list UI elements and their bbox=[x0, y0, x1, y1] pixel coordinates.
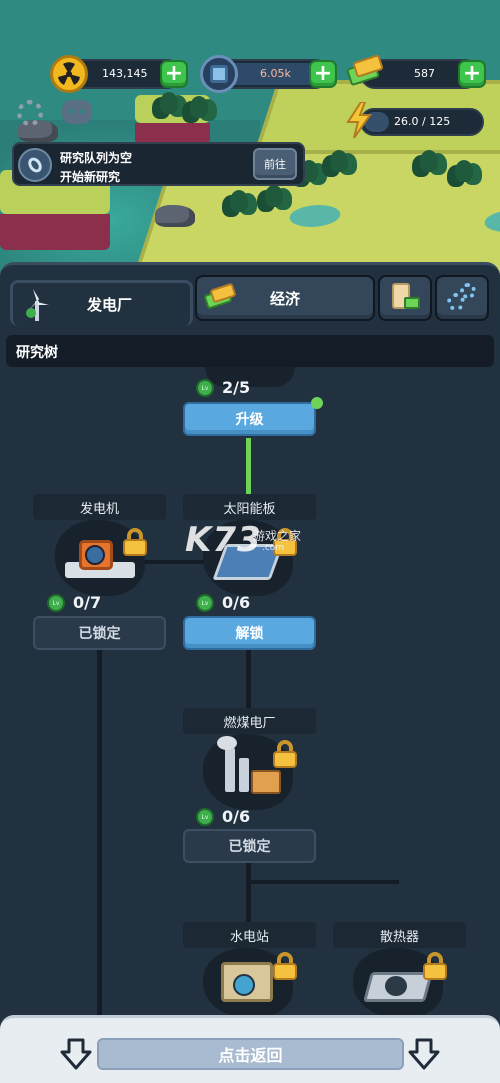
tree-icon bbox=[160, 92, 178, 114]
down-arrow-icon[interactable] bbox=[406, 1036, 442, 1072]
node-coal-level: 0/6 bbox=[222, 807, 251, 826]
tree-icon bbox=[190, 96, 208, 118]
tab-contracts[interactable] bbox=[378, 275, 432, 321]
add-chips-button[interactable]: + bbox=[309, 60, 337, 88]
lock-icon bbox=[123, 528, 147, 556]
cash-value: 587 bbox=[414, 67, 435, 80]
tree-icon bbox=[265, 185, 283, 207]
research-queue-notice: 研究队列为空 开始新研究 前往 bbox=[12, 142, 305, 186]
windmill-icon bbox=[23, 289, 51, 321]
tab-economy[interactable]: 经济 bbox=[195, 275, 375, 321]
research-tree-header: 研究树 bbox=[6, 335, 494, 367]
watermark-logo: K73 bbox=[185, 520, 262, 560]
node-radiator-title: 散热器 bbox=[333, 922, 466, 948]
tree-icon bbox=[420, 150, 438, 172]
tab-upgrades[interactable] bbox=[435, 275, 489, 321]
radiation-icon bbox=[50, 55, 88, 93]
node-top-level: 2/5 bbox=[222, 378, 251, 397]
energy-value: 26.0 / 125 bbox=[394, 115, 451, 128]
tree-icon bbox=[455, 160, 473, 182]
level-up-icon: Lv bbox=[196, 594, 214, 612]
connector bbox=[249, 880, 399, 884]
level-up-icon: Lv bbox=[196, 808, 214, 826]
tree-icon bbox=[230, 190, 248, 212]
lightning-icon bbox=[346, 101, 372, 139]
node-coal-title: 燃煤电厂 bbox=[183, 708, 316, 734]
connector bbox=[246, 648, 251, 708]
research-points-value: 143,145 bbox=[102, 67, 148, 80]
connector bbox=[246, 862, 251, 922]
tab-power-plant[interactable]: 发电厂 bbox=[10, 280, 193, 326]
node-solar-title: 太阳能板 bbox=[183, 494, 316, 520]
money-icon bbox=[203, 282, 237, 311]
connector bbox=[97, 648, 102, 1018]
upgrade-button[interactable]: 升级 bbox=[183, 402, 316, 436]
money-icon bbox=[345, 54, 384, 87]
node-hydro-title: 水电站 bbox=[183, 922, 316, 948]
watermark-sub: 游戏之家 bbox=[253, 529, 302, 543]
node-generator-title: 发电机 bbox=[33, 494, 166, 520]
discord-icon[interactable] bbox=[62, 100, 92, 124]
rock-icon bbox=[155, 205, 195, 227]
return-button[interactable]: 点击返回 bbox=[97, 1038, 404, 1070]
tab-economy-label: 经济 bbox=[269, 289, 300, 308]
watermark-url: .com bbox=[262, 543, 285, 553]
coal-locked-button[interactable]: 已锁定 bbox=[183, 829, 316, 863]
node-generator-level: 0/7 bbox=[73, 593, 102, 612]
tree-icon bbox=[330, 150, 348, 172]
generator-locked-button[interactable]: 已锁定 bbox=[33, 616, 166, 650]
chips-value: 6.05k bbox=[260, 67, 291, 80]
connector-active bbox=[246, 438, 251, 496]
lock-icon bbox=[273, 740, 297, 768]
go-to-research-button[interactable]: 前往 bbox=[253, 148, 297, 180]
level-up-icon: Lv bbox=[47, 594, 65, 612]
chip-icon bbox=[200, 55, 238, 93]
scroll-money-icon bbox=[390, 283, 420, 313]
energy-counter: 26.0 / 125 bbox=[360, 108, 484, 136]
bottom-bar: 点击返回 bbox=[0, 1015, 500, 1083]
add-cash-button[interactable]: + bbox=[458, 60, 486, 88]
gears-icon bbox=[447, 283, 477, 313]
notification-dot bbox=[311, 397, 323, 409]
microscope-icon bbox=[18, 148, 52, 182]
notice-line-1: 研究队列为空 bbox=[60, 151, 133, 165]
notice-line-2: 开始新研究 bbox=[60, 170, 121, 184]
add-research-button[interactable]: + bbox=[160, 60, 188, 88]
level-up-icon: Lv bbox=[196, 379, 214, 397]
settings-gear-icon[interactable] bbox=[17, 100, 43, 126]
tab-power-plant-label: 发电厂 bbox=[86, 296, 132, 314]
lock-icon bbox=[423, 952, 447, 980]
lock-icon bbox=[273, 952, 297, 980]
unlock-button[interactable]: 解锁 bbox=[183, 616, 316, 650]
node-solar-level: 0/6 bbox=[222, 593, 251, 612]
down-arrow-icon[interactable] bbox=[58, 1036, 94, 1072]
